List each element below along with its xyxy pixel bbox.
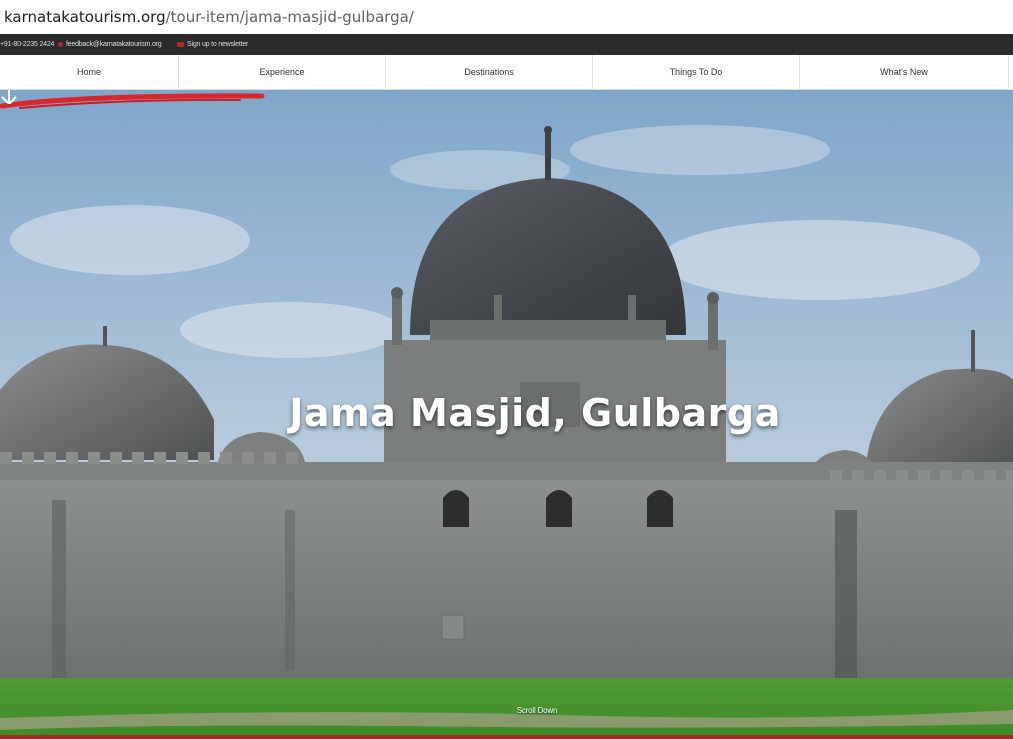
newsletter-link[interactable]: Sign up to newsletter [177,34,248,55]
phone-number: +91-80-2235 2424 [0,41,55,48]
nav-home[interactable]: Home [0,55,179,89]
nav-destinations[interactable]: Destinations [386,55,593,89]
newsletter-label: Sign up to newsletter [187,41,249,48]
email-address: feedback@karnatakatourism.org [66,41,162,48]
email-link[interactable]: feedback@karnatakatourism.org [58,34,162,55]
scroll-down-label[interactable]: Scroll Down [500,706,574,715]
browser-address-bar[interactable]: karnatakatourism.org/tour-item/jama-masj… [0,0,1013,34]
url-path: /tour-item/jama-masjid-gulbarga/ [165,8,414,26]
newsletter-icon [177,41,184,47]
scroll-down-icon[interactable] [0,90,18,104]
nav-whats-new[interactable]: What's New [800,55,1009,89]
title-underline [0,93,265,109]
mail-icon [58,41,63,47]
nav-experience[interactable]: Experience [179,55,386,89]
top-contact-bar: +91-80-2235 2424 feedback@karnatakatouri… [0,34,1013,55]
url-text[interactable]: karnatakatourism.org/tour-item/jama-masj… [4,6,414,28]
url-domain: karnatakatourism.org [4,8,166,26]
main-navigation: Home Experience Destinations Things To D… [0,55,1013,90]
phone-link[interactable]: +91-80-2235 2424 [0,34,54,55]
nav-things-to-do[interactable]: Things To Do [593,55,800,89]
bottom-accent-line [0,735,1013,739]
hero-banner: Jama Masjid, Gulbarga Scroll Down [0,90,1013,739]
page-title: Jama Masjid, Gulbarga [289,391,781,435]
